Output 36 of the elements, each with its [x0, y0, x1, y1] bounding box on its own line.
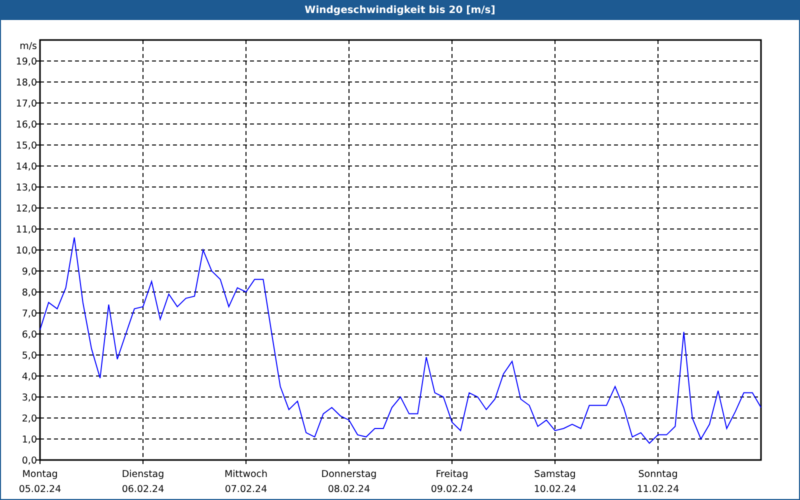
- y-tick-label: 11,0: [16, 224, 37, 236]
- y-tick-label: 0,0: [22, 456, 37, 466]
- y-tick-label: 13,0: [16, 182, 37, 194]
- y-tick-label: 1,0: [22, 434, 37, 446]
- x-date-label: 08.02.24: [328, 484, 370, 495]
- y-tick-label: 4,0: [22, 372, 37, 382]
- x-tick-label: Sonntag: [638, 469, 678, 480]
- y-tick-label: 15,0: [16, 140, 37, 152]
- x-tick-label: Dienstag: [122, 469, 164, 480]
- y-tick-label: 17,0: [16, 98, 37, 110]
- y-tick-label: 18,0: [16, 78, 37, 88]
- y-tick-label: 10,0: [16, 246, 37, 256]
- y-tick-label: 12,0: [16, 204, 37, 214]
- y-tick-label: 8,0: [22, 288, 37, 298]
- x-date-label: 07.02.24: [224, 484, 268, 495]
- x-date-label: 09.02.24: [430, 484, 474, 495]
- x-date-label: 05.02.24: [18, 484, 62, 495]
- x-date-label: 06.02.24: [122, 484, 164, 495]
- x-tick-label: Donnerstag: [321, 469, 377, 480]
- y-tick-label: 2,0: [22, 414, 37, 424]
- x-tick-label: Mittwoch: [224, 469, 268, 480]
- y-tick-label: 7,0: [22, 308, 37, 320]
- y-tick-label: 6,0: [22, 330, 37, 340]
- window-title: Windgeschwindigkeit bis 20 [m/s]: [304, 4, 496, 16]
- x-tick-label: Montag: [22, 469, 58, 480]
- y-tick-label: 19,0: [16, 56, 37, 68]
- y-axis-unit: m/s: [20, 41, 37, 52]
- y-tick-label: 14,0: [16, 162, 37, 172]
- x-tick-label: Freitag: [436, 469, 468, 480]
- y-tick-label: 5,0: [22, 350, 37, 362]
- x-tick-label: Samstag: [534, 469, 576, 480]
- y-tick-label: 16,0: [16, 120, 37, 130]
- y-tick-label: 9,0: [22, 266, 37, 278]
- x-date-label: 10.02.24: [534, 484, 576, 495]
- y-tick-label: 3,0: [22, 392, 37, 404]
- x-date-label: 11.02.24: [636, 484, 680, 495]
